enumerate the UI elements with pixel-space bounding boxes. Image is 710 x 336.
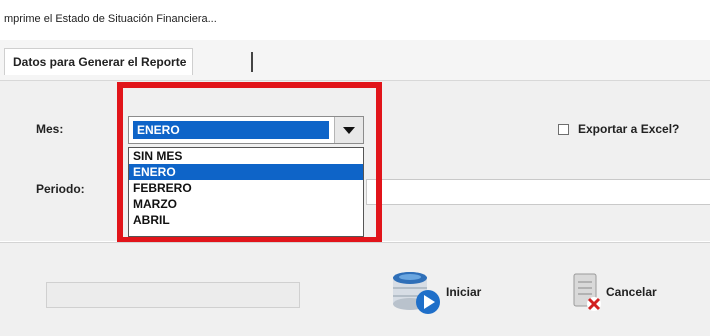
periodo-input[interactable]: [366, 179, 710, 205]
progress-bar: [46, 282, 300, 308]
option-febrero[interactable]: FEBRERO: [129, 180, 363, 196]
option-enero[interactable]: ENERO: [129, 164, 363, 180]
chevron-down-icon: [343, 126, 355, 134]
window-title: mprime el Estado de Situación Financiera…: [4, 13, 217, 25]
title-bar: mprime el Estado de Situación Financiera…: [0, 0, 710, 41]
mes-options-list[interactable]: SIN MES ENERO FEBRERO MARZO ABRIL: [128, 147, 364, 237]
mes-dropdown[interactable]: ENERO: [128, 116, 364, 144]
tab-divider: [251, 52, 253, 72]
periodo-label: Periodo:: [36, 182, 85, 196]
option-marzo[interactable]: MARZO: [129, 196, 363, 212]
cancel-button-label: Cancelar: [606, 285, 657, 299]
tab-strip: Datos para Generar el Reporte: [0, 40, 710, 81]
start-button-label: Iniciar: [446, 285, 482, 299]
option-sin-mes[interactable]: SIN MES: [129, 148, 363, 164]
start-button[interactable]: Iniciar: [388, 266, 481, 318]
option-abril[interactable]: ABRIL: [129, 212, 363, 228]
export-excel-checkbox[interactable]: [558, 124, 569, 135]
cancel-button[interactable]: Cancelar: [570, 266, 657, 318]
export-excel-label: Exportar a Excel?: [578, 122, 680, 136]
server-cancel-icon: [570, 266, 606, 318]
mes-label: Mes:: [36, 122, 64, 136]
mes-selected-value: ENERO: [133, 121, 329, 139]
tab-report-data[interactable]: Datos para Generar el Reporte: [4, 48, 194, 75]
database-play-icon: [388, 266, 446, 318]
dropdown-toggle-button[interactable]: [334, 117, 363, 143]
